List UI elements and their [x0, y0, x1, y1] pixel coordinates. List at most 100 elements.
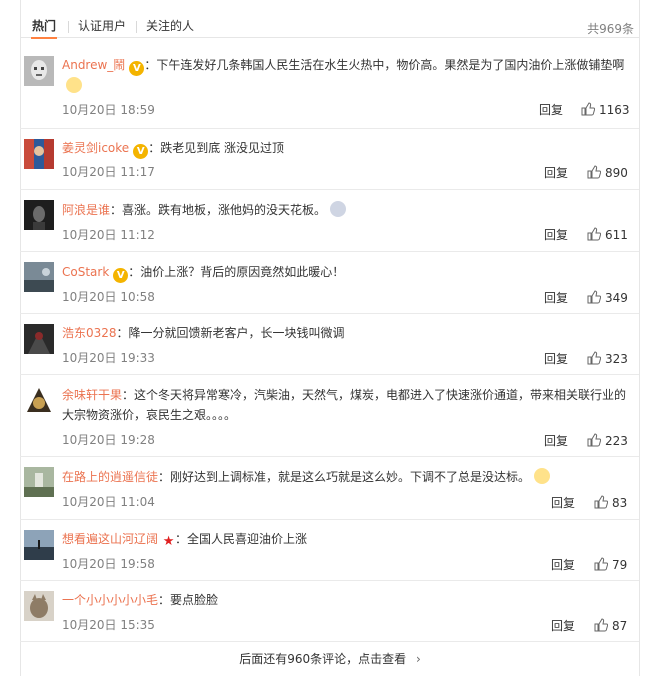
comment-text: ：要点脸脸 — [158, 593, 219, 607]
tab-hot[interactable]: 热门 — [30, 19, 58, 39]
comment-item: 阿浪是谁：喜涨。跌有地板，涨他妈的没天花板。 10月20日 11:12 回复 6… — [20, 190, 640, 252]
comment-item: 在路上的逍遥信徒：刚好达到上调标准，就是这么巧就是这么妙。下调不了总是没达标。 … — [20, 457, 640, 520]
commenter-name[interactable]: 想看遍这山河辽阔 — [62, 532, 158, 546]
comment-item: 一个小小小小小毛：要点脸脸 10月20日 15:35 回复 87 — [20, 581, 640, 642]
verified-badge-icon: V — [129, 61, 145, 76]
commenter-name[interactable]: 余味轩干果 — [62, 388, 122, 402]
comment-content: 在路上的逍遥信徒：刚好达到上调标准，就是这么巧就是这么妙。下调不了总是没达标。 — [62, 467, 634, 487]
reply-button[interactable]: 回复 — [544, 432, 568, 449]
comment-time: 10月20日 19:28 — [62, 433, 155, 447]
comment-time: 10月20日 19:33 — [62, 351, 155, 365]
comment-text: ：喜涨。跌有地板，涨他妈的没天花板。 — [110, 203, 327, 217]
avatar[interactable] — [24, 200, 54, 230]
reply-button[interactable]: 回复 — [544, 226, 568, 243]
avatar[interactable] — [24, 56, 54, 86]
thumbs-up-icon — [594, 557, 608, 571]
comment-text: ：下午连发好几条韩国人民生活在水生火热中，物价高。果然是为了国内油价上涨做铺垫啊 — [144, 58, 625, 72]
reply-button[interactable]: 回复 — [544, 164, 568, 181]
like-button[interactable]: 323 — [587, 351, 628, 366]
commenter-name[interactable]: 在路上的逍遥信徒 — [62, 470, 158, 484]
thumbs-up-icon — [581, 102, 595, 116]
avatar[interactable] — [24, 262, 54, 292]
thumbs-up-icon — [594, 618, 608, 632]
like-count: 83 — [612, 496, 628, 510]
comment-item: 余味轩干果：这个冬天将异常寒冷，汽柴油，天然气，煤炭，电都进入了快速涨价通道，带… — [20, 375, 640, 457]
comment-text: ：跌老见到底 涨没见过顶 — [148, 141, 285, 155]
like-button[interactable]: 87 — [594, 618, 627, 633]
like-button[interactable]: 1163 — [581, 102, 630, 117]
like-count: 87 — [612, 619, 628, 633]
comment-time: 10月20日 11:12 — [62, 228, 155, 242]
comment-time: 10月20日 11:04 — [62, 495, 155, 509]
commenter-name[interactable]: 浩东0328 — [62, 326, 117, 340]
tab-divider — [136, 21, 137, 33]
star-badge-icon: ★ — [162, 534, 175, 549]
like-button[interactable]: 223 — [587, 433, 628, 448]
shocked-face-icon — [330, 201, 347, 217]
avatar[interactable] — [24, 591, 54, 621]
reply-button[interactable]: 回复 — [544, 289, 568, 306]
commenter-name[interactable]: Andrew_鬧 — [62, 58, 125, 72]
thinking-face-icon — [534, 468, 551, 484]
thumbs-up-icon — [587, 227, 601, 241]
comment-item: CoStark V ：油价上涨？背后的原因竟然如此暖心！ 10月20日 10:58 … — [20, 252, 640, 314]
comment-tabs: 热门 认证用户 关注的人 共969条 — [20, 0, 640, 39]
like-button[interactable]: 890 — [587, 165, 628, 180]
like-button[interactable]: 611 — [587, 227, 628, 242]
like-count: 79 — [612, 558, 628, 572]
comment-time: 10月20日 15:35 — [62, 618, 155, 632]
comment-content: 一个小小小小小毛：要点脸脸 — [62, 590, 634, 610]
reply-button[interactable]: 回复 — [539, 101, 563, 118]
reply-button[interactable]: 回复 — [551, 494, 575, 511]
reply-button[interactable]: 回复 — [551, 617, 575, 634]
avatar[interactable] — [24, 324, 54, 354]
comment-item: 浩东0328：降一分就回馈新老客户，长一块钱叫微调 10月20日 19:33 回… — [20, 314, 640, 375]
like-count: 223 — [605, 434, 628, 448]
comment-item: 想看遍这山河辽阔 ★：全国人民喜迎油价上涨 10月20日 19:58 回复 79 — [20, 520, 640, 581]
like-count: 611 — [605, 228, 628, 242]
comment-text: ：这个冬天将异常寒冷，汽柴油，天然气，煤炭，电都进入了快速涨价通道，带来相关联行… — [62, 388, 627, 422]
commenter-name[interactable]: CoStark — [62, 265, 109, 279]
tab-divider — [68, 21, 69, 33]
tab-verified-users[interactable]: 认证用户 — [78, 19, 126, 33]
comment-content: 想看遍这山河辽阔 ★：全国人民喜迎油价上涨 — [62, 529, 634, 549]
thumbs-up-icon — [587, 165, 601, 179]
doge-icon — [66, 77, 82, 93]
thumbs-up-icon — [587, 290, 601, 304]
comment-item: 姜灵剑icoke V ：跌老见到底 涨没见过顶 10月20日 11:17 回复 89… — [20, 129, 640, 190]
reply-button[interactable]: 回复 — [551, 556, 575, 573]
comment-time: 10月20日 19:58 — [62, 557, 155, 571]
like-count: 1163 — [599, 103, 630, 117]
thumbs-up-icon — [587, 433, 601, 447]
comment-content: CoStark V ：油价上涨？背后的原因竟然如此暖心！ — [62, 262, 634, 283]
comment-time: 10月20日 10:58 — [62, 290, 155, 304]
avatar[interactable] — [24, 530, 54, 560]
comment-time: 10月20日 18:59 — [62, 103, 155, 117]
avatar[interactable] — [24, 139, 54, 169]
commenter-name[interactable]: 姜灵剑icoke — [62, 141, 129, 155]
comment-text: ：降一分就回馈新老客户，长一块钱叫微调 — [116, 326, 345, 340]
like-button[interactable]: 79 — [594, 557, 627, 572]
comment-content: 浩东0328：降一分就回馈新老客户，长一块钱叫微调 — [62, 323, 634, 343]
comment-text: ：油价上涨？背后的原因竟然如此暖心！ — [128, 265, 345, 279]
more-comments-link[interactable]: 后面还有960条评论，点击查看 › — [20, 650, 640, 667]
chevron-right-icon: › — [415, 652, 421, 666]
like-button[interactable]: 83 — [594, 495, 627, 510]
avatar[interactable] — [24, 385, 54, 415]
comment-total-count: 共969条 — [587, 22, 634, 36]
tab-following[interactable]: 关注的人 — [146, 19, 194, 33]
comment-content: 姜灵剑icoke V ：跌老见到底 涨没见过顶 — [62, 138, 634, 159]
comment-panel: 热门 认证用户 关注的人 共969条 Andrew_鬧 V ：下午连发好几条韩国人民… — [20, 0, 640, 676]
thumbs-up-icon — [587, 351, 601, 365]
comment-content: 余味轩干果：这个冬天将异常寒冷，汽柴油，天然气，煤炭，电都进入了快速涨价通道，带… — [62, 385, 634, 425]
like-count: 890 — [605, 166, 628, 180]
comment-time: 10月20日 11:17 — [62, 165, 155, 179]
commenter-name[interactable]: 一个小小小小小毛 — [62, 593, 158, 607]
like-button[interactable]: 349 — [587, 290, 628, 305]
verified-badge-icon: V — [113, 268, 129, 283]
avatar[interactable] — [24, 467, 54, 497]
like-count: 349 — [605, 291, 628, 305]
more-comments-text: 后面还有960条评论，点击查看 — [239, 652, 407, 666]
reply-button[interactable]: 回复 — [544, 350, 568, 367]
commenter-name[interactable]: 阿浪是谁 — [62, 203, 110, 217]
